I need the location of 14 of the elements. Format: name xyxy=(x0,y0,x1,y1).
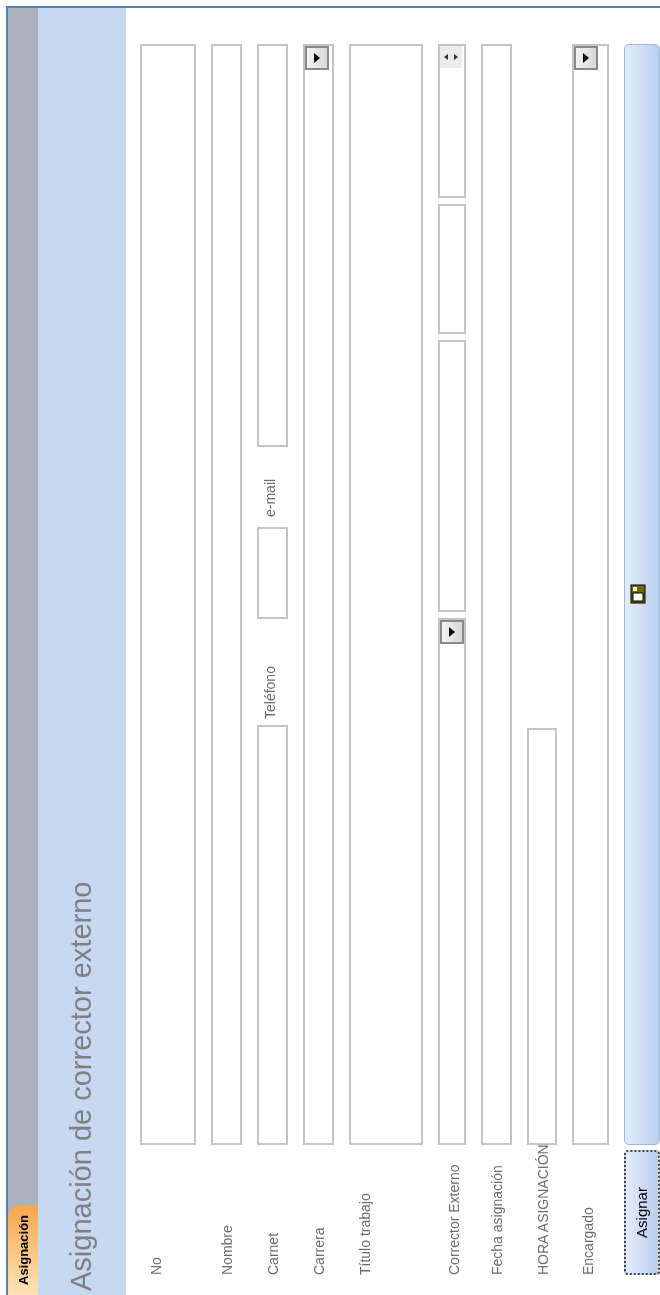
field-label: No xyxy=(148,1257,164,1275)
form-tab[interactable]: Asignación xyxy=(8,1204,39,1295)
form-title: Asignación de corrector externo xyxy=(64,881,99,1291)
field-label: Carnet xyxy=(265,1232,281,1275)
field-label: Nombre xyxy=(219,1225,235,1275)
field-label: HORA ASIGNACIÓN xyxy=(535,1144,551,1275)
field-label: e-mail xyxy=(261,477,279,517)
field-label: Corrector Externo xyxy=(446,1164,462,1275)
field-label: Teléfono xyxy=(261,665,279,719)
assign-button[interactable]: Asignar xyxy=(624,1150,660,1275)
field-label: Título trabajo xyxy=(357,1193,373,1275)
field-label: Carrera xyxy=(311,1227,327,1275)
field-label: Fecha asignación xyxy=(489,1165,505,1275)
field-label: Encargado xyxy=(580,1207,596,1275)
